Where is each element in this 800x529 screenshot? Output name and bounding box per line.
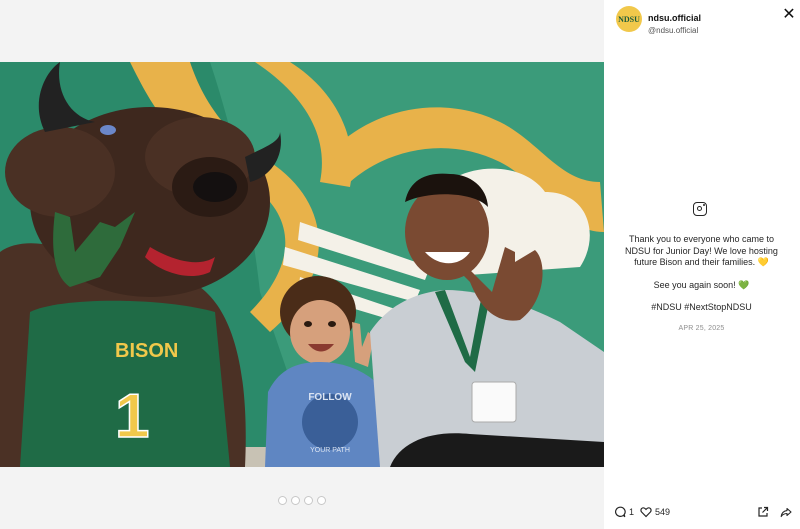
share-icon: [780, 507, 792, 518]
likes-count: 549: [655, 507, 671, 517]
caption-line: Thank you to everyone who came to NDSU f…: [625, 234, 778, 267]
carousel-dots: [0, 496, 604, 505]
handle: @ndsu.official: [648, 26, 699, 35]
avatar[interactable]: NDSU: [616, 6, 642, 32]
close-icon[interactable]: ✕: [781, 7, 797, 23]
instagram-icon[interactable]: [693, 202, 707, 216]
carousel-dot[interactable]: [304, 496, 313, 505]
share-button[interactable]: [780, 506, 792, 518]
open-external-icon: [758, 506, 769, 517]
comments-count: 1: [629, 507, 635, 517]
post-photo[interactable]: BISON 1 FOLLOW YOUR PATH: [0, 62, 604, 467]
jersey-text: BISON: [115, 340, 178, 362]
like-button[interactable]: 549: [640, 506, 670, 518]
post-caption: Thank you to everyone who came to NDSU f…: [616, 234, 787, 314]
jersey-number: 1: [115, 382, 149, 451]
shirt-text-bottom: YOUR PATH: [310, 447, 350, 454]
shirt-text-top: FOLLOW: [308, 392, 352, 403]
carousel-dot[interactable]: [278, 496, 287, 505]
comment-button[interactable]: 1: [614, 506, 634, 518]
heart-icon: [640, 507, 652, 518]
carousel-dot[interactable]: [317, 496, 326, 505]
comment-icon: [615, 506, 626, 518]
post-sidebar: NDSU ndsu.official @ndsu.official ✕ Than…: [604, 0, 800, 529]
media-panel: BISON 1 FOLLOW YOUR PATH: [0, 0, 604, 529]
post-date: APR 25, 2025: [678, 325, 725, 332]
photo-illustration: BISON 1 FOLLOW YOUR PATH: [0, 62, 604, 467]
avatar-text: NDSU: [618, 14, 640, 24]
post-actions: 1 549: [614, 506, 794, 520]
open-external-button[interactable]: [757, 506, 769, 518]
carousel-dot[interactable]: [291, 496, 300, 505]
hashtags[interactable]: #NDSU #NextStopNDSU: [616, 302, 787, 314]
caption-line: See you again soon! 💚: [653, 279, 750, 290]
username[interactable]: ndsu.official: [648, 13, 701, 23]
